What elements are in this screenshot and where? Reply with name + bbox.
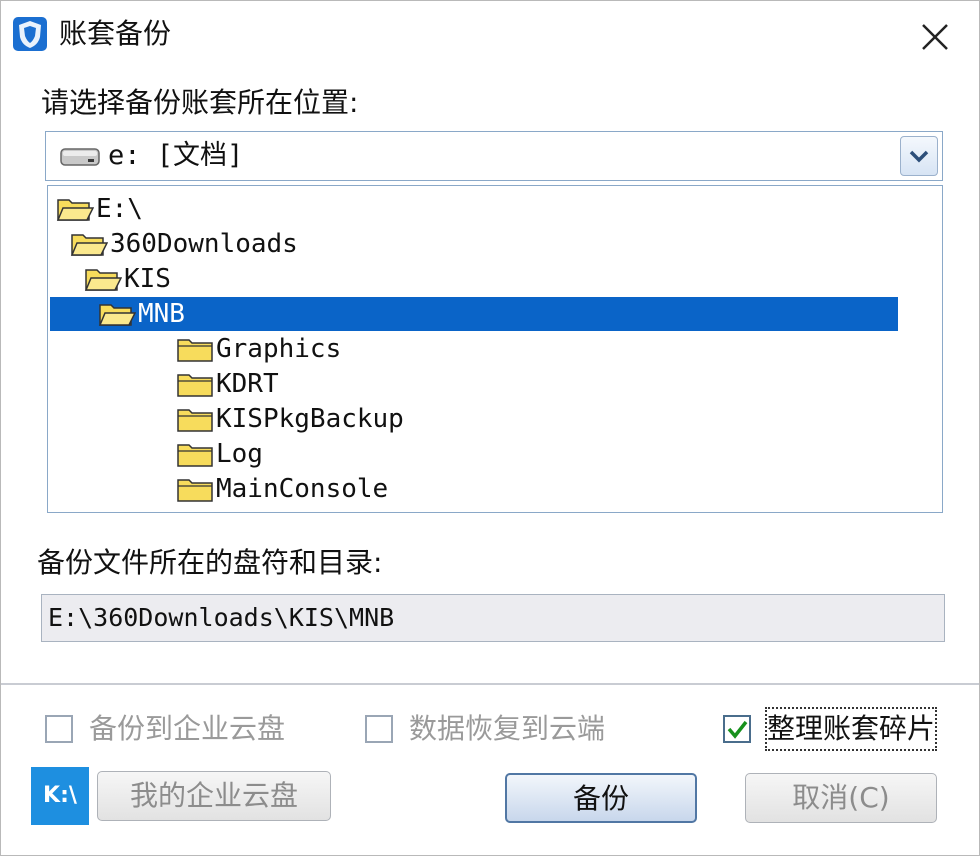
tree-item-label: KISPkgBackup [216, 404, 404, 434]
drive-select[interactable]: e: [文档] [45, 131, 943, 181]
defrag-checkbox[interactable]: 整理账套碎片 [723, 707, 953, 751]
cloud-backup-label: 备份到企业云盘 [89, 712, 286, 745]
folder-icon [177, 479, 213, 502]
drive-icon [60, 148, 100, 166]
backup-dialog: 账套备份 请选择备份账套所在位置: e: [文档] E:\ 360Download… [0, 0, 980, 856]
folder-icon [177, 444, 213, 467]
close-icon[interactable] [913, 15, 957, 59]
chevron-down-icon [909, 150, 929, 163]
kingdee-logo: K:\ [31, 767, 89, 825]
tree-item[interactable]: Graphics [112, 332, 712, 366]
tree-item-label: E:\ [96, 194, 143, 224]
app-shield-icon [13, 17, 47, 51]
folder-icon [177, 374, 213, 397]
folder-tree[interactable]: E:\ 360Downloads KIS MNB Graphics KDRT KISPkgB… [47, 185, 943, 513]
folder-open-icon [98, 304, 136, 326]
checkbox-box [365, 715, 393, 743]
folder-icon [177, 409, 213, 432]
target-path-label: 备份文件所在的盘符和目录: [37, 546, 383, 579]
my-cloud-button[interactable]: 我的企业云盘 [97, 771, 331, 821]
folder-open-icon [84, 269, 122, 291]
drive-dropdown-button[interactable] [900, 136, 938, 176]
tree-item-label: KDRT [216, 369, 279, 399]
folder-open-icon [70, 234, 108, 256]
folder-open-icon [56, 199, 94, 221]
defrag-label: 整理账套碎片 [764, 707, 938, 751]
checkmark-icon [727, 720, 748, 739]
tree-item[interactable]: 360Downloads [70, 227, 670, 261]
checkbox-box [723, 715, 751, 743]
tree-item[interactable]: KISPkgBackup [112, 402, 712, 436]
checkbox-box [45, 715, 73, 743]
tree-item-label: MNB [138, 299, 185, 329]
target-path-value: E:\360Downloads\KIS\MNB [48, 603, 395, 632]
tree-item[interactable]: MNB [50, 297, 898, 331]
tree-item-label: MainConsole [216, 474, 389, 504]
tree-item[interactable]: Log [112, 437, 712, 471]
folder-icon [177, 339, 213, 362]
cloud-restore-label: 数据恢复到云端 [409, 712, 606, 745]
window-title: 账套备份 [59, 17, 172, 50]
logo-text: K:\ [43, 783, 77, 808]
cloud-backup-checkbox[interactable]: 备份到企业云盘 [45, 709, 305, 749]
backup-button[interactable]: 备份 [505, 773, 697, 823]
tree-item[interactable]: E:\ [56, 192, 656, 226]
tree-item-label: KIS [124, 264, 171, 294]
cloud-restore-checkbox[interactable]: 数据恢复到云端 [365, 709, 625, 749]
tree-item-label: 360Downloads [110, 229, 298, 259]
tree-item[interactable]: MainConsole [112, 472, 712, 506]
target-path-field: E:\360Downloads\KIS\MNB [41, 594, 945, 642]
cancel-button[interactable]: 取消(C) [745, 773, 937, 823]
tree-item-label: Graphics [216, 334, 342, 364]
drive-select-value: e: [文档] [108, 140, 244, 171]
divider [1, 683, 979, 685]
location-label: 请选择备份账套所在位置: [41, 86, 359, 119]
tree-item-label: Log [216, 439, 263, 469]
tree-item[interactable]: KIS [84, 262, 684, 296]
tree-item[interactable]: KDRT [112, 367, 712, 401]
title-bar: 账套备份 [1, 1, 979, 71]
